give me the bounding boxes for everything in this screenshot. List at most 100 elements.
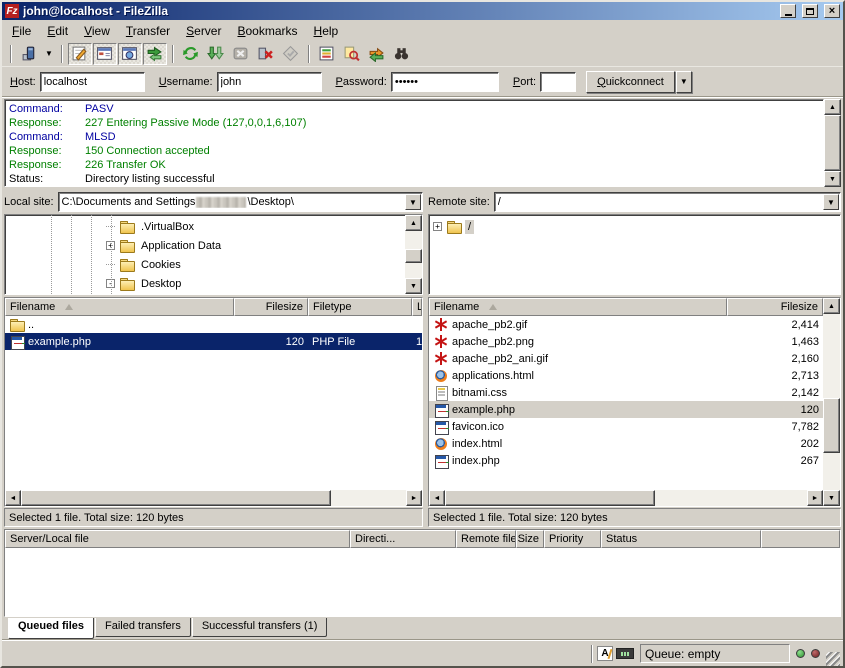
maximize-button[interactable] [802,4,818,18]
scroll-down-icon[interactable]: ▼ [824,171,841,187]
filter-button[interactable] [315,43,339,65]
scroll-up-icon[interactable]: ▲ [824,99,841,115]
password-input[interactable] [391,72,499,92]
local-tree-vertical-scrollbar[interactable]: ▲ ▼ [405,215,422,294]
scroll-thumb[interactable] [824,115,841,171]
tree-item-root[interactable]: + / [429,217,840,236]
file-row[interactable]: bitnami.css 2,142 [429,384,823,401]
menu-server[interactable]: Server [178,21,229,41]
column-header-size[interactable]: Size [516,530,544,548]
chevron-down-icon[interactable]: ▼ [405,194,421,210]
scroll-down-icon[interactable]: ▼ [405,278,422,294]
chevron-down-icon[interactable]: ▼ [823,194,839,210]
file-row[interactable]: apache_pb2_ani.gif 2,160 [429,350,823,367]
tab-failed-transfers[interactable]: Failed transfers [95,618,191,637]
tree-item-virtualbox[interactable]: .VirtualBox [5,217,405,236]
remote-site-combobox[interactable]: / ▼ [494,192,841,212]
column-header-priority[interactable]: Priority [544,530,601,548]
expand-icon[interactable]: + [433,222,442,231]
menu-bookmarks[interactable]: Bookmarks [229,21,305,41]
tab-queued-files[interactable]: Queued files [8,618,94,639]
directory-comparison-button[interactable] [340,43,364,65]
remote-directory-tree[interactable]: + / [429,215,840,294]
file-row[interactable]: index.php 267 [429,452,823,469]
scroll-thumb[interactable] [823,398,840,453]
site-manager-dropdown-icon[interactable]: ▼ [42,49,56,58]
file-row-example-php[interactable]: example.php 120 [429,401,823,418]
menu-file[interactable]: File [4,21,39,41]
toggle-remote-tree-button[interactable] [118,43,142,65]
resize-grip[interactable] [826,652,840,666]
toggle-message-log-button[interactable] [68,43,92,65]
file-row[interactable]: applications.html 2,713 [429,367,823,384]
refresh-button[interactable] [179,43,203,65]
local-directory-tree[interactable]: .VirtualBox + Application Data Cookies - [5,215,405,294]
scroll-up-icon[interactable]: ▲ [405,215,422,231]
find-files-button[interactable] [390,43,414,65]
file-row[interactable]: favicon.ico 7,782 [429,418,823,435]
column-header-filename[interactable]: Filename [5,298,234,316]
column-header-filesize[interactable]: Filesize [234,298,308,316]
minimize-button[interactable] [780,4,796,18]
site-manager-button[interactable] [17,43,41,65]
column-header-direction[interactable]: Directi... [350,530,456,548]
scroll-right-icon[interactable]: ► [406,490,422,506]
local-list-header: Filename Filesize Filetype Last modified [5,298,422,316]
column-header-filetype[interactable]: Filetype [308,298,412,316]
menu-help[interactable]: Help [306,21,347,41]
disconnect-button[interactable] [254,43,278,65]
file-row[interactable]: index.html 202 [429,435,823,452]
column-header-last-modified[interactable]: Last modified [412,298,422,316]
queue-list[interactable] [5,548,840,616]
file-row-example-php[interactable]: example.php 120 PHP File 1 [5,333,422,350]
menu-edit[interactable]: Edit [39,21,76,41]
ascii-data-type-icon[interactable]: A [597,646,613,661]
scroll-up-icon[interactable]: ▲ [823,298,840,314]
activity-led-green [796,649,805,658]
menu-transfer[interactable]: Transfer [118,21,178,41]
quickconnect-dropdown-icon[interactable]: ▼ [676,71,692,93]
remote-file-list[interactable]: apache_pb2.gif 2,414 apache_pb2.png 1,46… [429,316,823,490]
sort-ascending-icon [489,304,497,310]
tab-successful-transfers[interactable]: Successful transfers (1) [192,618,328,637]
directory-comparison-icon [343,45,360,62]
local-file-list[interactable]: .. example.php 120 PHP File 1 [5,316,422,490]
file-row[interactable]: apache_pb2.png 1,463 [429,333,823,350]
tree-item-application-data[interactable]: + Application Data [5,236,405,255]
toggle-queue-button[interactable] [143,43,167,65]
host-input[interactable] [40,72,145,92]
scroll-left-icon[interactable]: ◄ [429,490,445,506]
scroll-thumb[interactable] [445,490,655,506]
process-queue-button[interactable] [204,43,228,65]
scroll-thumb[interactable] [405,249,422,263]
column-header-filename[interactable]: Filename [429,298,727,316]
cancel-button[interactable] [229,43,253,65]
tree-item-desktop[interactable]: - Desktop [5,274,405,293]
toggle-local-tree-button[interactable] [93,43,117,65]
log-vertical-scrollbar[interactable]: ▲ ▼ [824,99,841,187]
reconnect-button[interactable] [279,43,303,65]
tree-item-cookies[interactable]: Cookies [5,255,405,274]
quickconnect-button[interactable]: Quickconnect [586,71,675,93]
scroll-thumb[interactable] [21,490,331,506]
column-header-remote-file[interactable]: Remote file [456,530,516,548]
close-button[interactable]: × [824,4,840,18]
synchronized-browsing-button[interactable] [365,43,389,65]
column-header-filesize[interactable]: Filesize [727,298,823,316]
local-site-combobox[interactable]: C:\Documents and Settings\Desktop\ ▼ [58,192,423,212]
remote-list-horizontal-scrollbar[interactable]: ◄ ► [429,490,823,506]
local-list-horizontal-scrollbar[interactable]: ◄ ► [5,490,422,506]
username-input[interactable] [217,72,322,92]
file-row[interactable]: apache_pb2.gif 2,414 [429,316,823,333]
queue-header: Server/Local file Directi... Remote file… [5,530,840,548]
scroll-left-icon[interactable]: ◄ [5,490,21,506]
column-header-server-local-file[interactable]: Server/Local file [5,530,350,548]
menu-view[interactable]: View [76,21,118,41]
port-input[interactable] [540,72,576,92]
column-header-status[interactable]: Status [601,530,761,548]
file-row-parent-dir[interactable]: .. [5,316,422,333]
encryption-indicator-icon[interactable] [616,648,634,659]
scroll-down-icon[interactable]: ▼ [823,490,840,506]
scroll-right-icon[interactable]: ► [807,490,823,506]
remote-list-vertical-scrollbar[interactable]: ▲ ▼ [823,298,840,506]
